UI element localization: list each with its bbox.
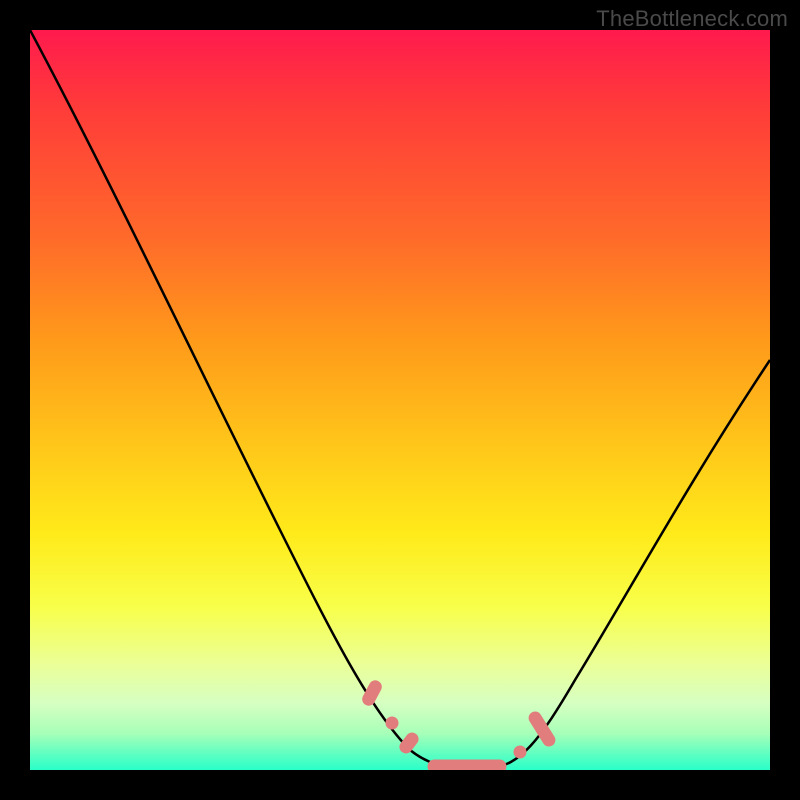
left-upper-lozenge — [361, 679, 384, 708]
chart-svg — [30, 30, 770, 770]
trough-bar — [428, 760, 506, 770]
marker-group — [361, 679, 558, 770]
right-dot — [514, 746, 526, 758]
left-mid-dot — [386, 717, 398, 729]
bottleneck-curve — [30, 30, 770, 769]
left-lower-lozenge — [397, 731, 420, 756]
chart-frame: TheBottleneck.com — [0, 0, 800, 800]
watermark-text: TheBottleneck.com — [596, 6, 788, 32]
plot-area — [30, 30, 770, 770]
